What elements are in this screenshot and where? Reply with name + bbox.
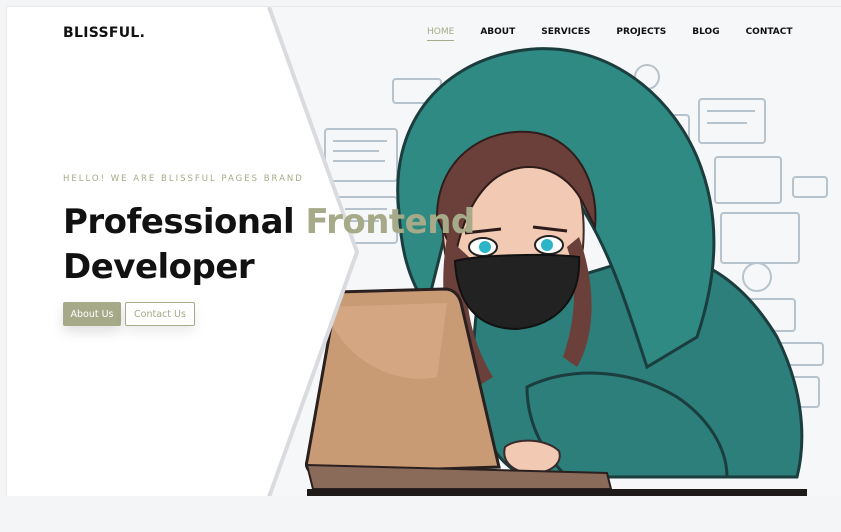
- nav-contact[interactable]: CONTACT: [746, 27, 793, 41]
- brand-logo[interactable]: BLISSFUL.: [63, 25, 145, 41]
- nav-services[interactable]: SERVICES: [541, 27, 590, 41]
- headline-line2: Developer: [63, 247, 255, 287]
- contact-us-button[interactable]: Contact Us: [125, 302, 195, 326]
- page-frame: BLISSFUL. HOME ABOUT SERVICES PROJECTS B…: [6, 6, 841, 496]
- hero-headline: Professional Frontend Developer: [63, 200, 475, 290]
- nav-about[interactable]: ABOUT: [480, 27, 515, 41]
- headline-part1: Professional: [63, 202, 295, 242]
- nav-projects[interactable]: PROJECTS: [616, 27, 666, 41]
- about-us-button[interactable]: About Us: [63, 302, 121, 326]
- nav-home[interactable]: HOME: [427, 27, 455, 41]
- main-nav: HOME ABOUT SERVICES PROJECTS BLOG CONTAC…: [427, 27, 819, 41]
- page-footer-strip: [6, 496, 841, 532]
- headline-accent: Frontend: [305, 202, 476, 242]
- nav-blog[interactable]: BLOG: [692, 27, 719, 41]
- hero-eyebrow: HELLO! WE ARE BLISSFUL PAGES BRAND: [63, 174, 304, 184]
